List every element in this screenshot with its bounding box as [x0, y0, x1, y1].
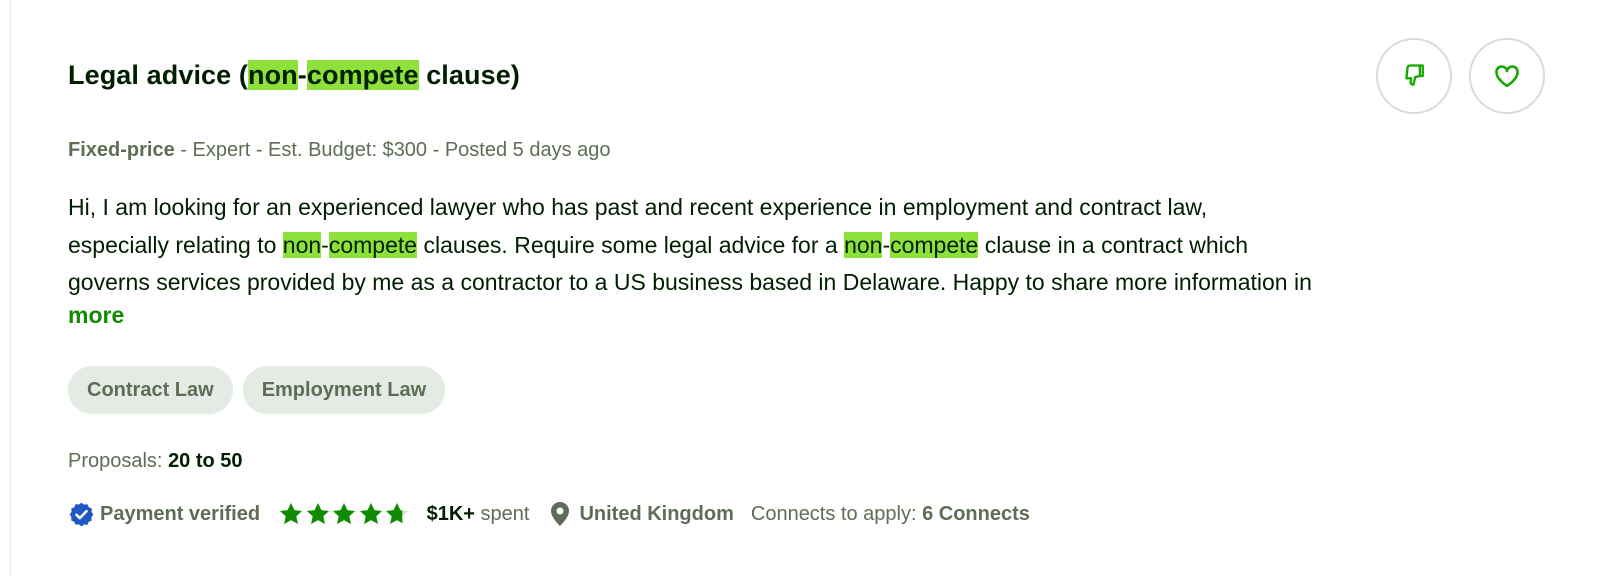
verified-badge-icon: [68, 501, 95, 528]
left-divider: [10, 0, 11, 576]
star-icon: [384, 501, 410, 527]
description-highlight: non: [844, 231, 883, 258]
job-type: Fixed-price: [68, 139, 175, 161]
description-line: Hi, I am looking for an experienced lawy…: [68, 194, 1208, 220]
description-highlight: compete: [890, 231, 979, 258]
description-highlight: non: [282, 231, 322, 258]
spent-amount: $1K+: [426, 502, 475, 525]
star-icon: [358, 501, 384, 527]
title-highlight: non: [247, 60, 298, 90]
job-tile[interactable]: Legal advice (non-compete clause) Fixed-…: [68, 0, 1568, 576]
connects-value: 6 Connects: [922, 502, 1030, 525]
description-highlight: compete: [328, 231, 418, 258]
skill-tag[interactable]: Employment Law: [242, 366, 446, 414]
job-description: Hi, I am looking for an experienced lawy…: [68, 189, 1540, 302]
star-icon: [305, 501, 331, 527]
heart-icon: [1493, 62, 1521, 90]
title-text: -: [297, 60, 307, 90]
payment-verified: Payment verified: [68, 501, 260, 528]
description-text: -: [882, 231, 891, 258]
skill-tag[interactable]: Contract Law: [68, 366, 233, 414]
description-text: clause in a contract which: [978, 231, 1249, 258]
connects-label: Connects to apply:: [750, 502, 923, 525]
job-meta: Fixed-price - Expert - Est. Budget: $300…: [68, 139, 611, 162]
description-line: especially relating to non-compete claus…: [68, 227, 1540, 265]
job-title[interactable]: Legal advice (non-compete clause): [68, 60, 520, 91]
proposals-label: Proposals:: [68, 450, 169, 472]
client-spend: $1K+ spent: [427, 503, 530, 526]
save-job-button[interactable]: [1469, 38, 1545, 114]
spent-label: spent: [474, 502, 530, 525]
dislike-button[interactable]: [1376, 38, 1452, 114]
client-rating: [278, 501, 411, 527]
thumbs-down-icon: [1400, 62, 1428, 90]
star-icon: [331, 501, 357, 527]
map-pin-icon: [549, 501, 571, 527]
skills-list: Contract Law Employment Law: [68, 366, 446, 414]
proposals: Proposals: 20 to 50: [68, 450, 243, 473]
proposals-value: 20 to 50: [168, 450, 243, 472]
star-icon: [278, 501, 304, 527]
more-link[interactable]: more: [68, 302, 124, 329]
description-text: -: [321, 231, 329, 258]
connects-info: Connects to apply: 6 Connects: [751, 503, 1030, 526]
description-text: especially relating to: [68, 231, 283, 258]
title-text: clause): [418, 60, 520, 90]
title-highlight: compete: [306, 60, 419, 90]
title-text: Legal advice (: [68, 60, 248, 90]
client-location: United Kingdom: [549, 501, 734, 527]
description-text: clauses. Require some legal advice for a: [417, 231, 845, 258]
payment-verified-label: Payment verified: [100, 502, 261, 525]
job-meta-details: - Expert - Est. Budget: $300 - Posted 5 …: [174, 139, 611, 161]
client-info: Payment verified $1K+ spent United Kingd…: [68, 499, 1030, 529]
description-line: governs services provided by me as a con…: [68, 269, 1312, 295]
location-label: United Kingdom: [579, 502, 734, 525]
